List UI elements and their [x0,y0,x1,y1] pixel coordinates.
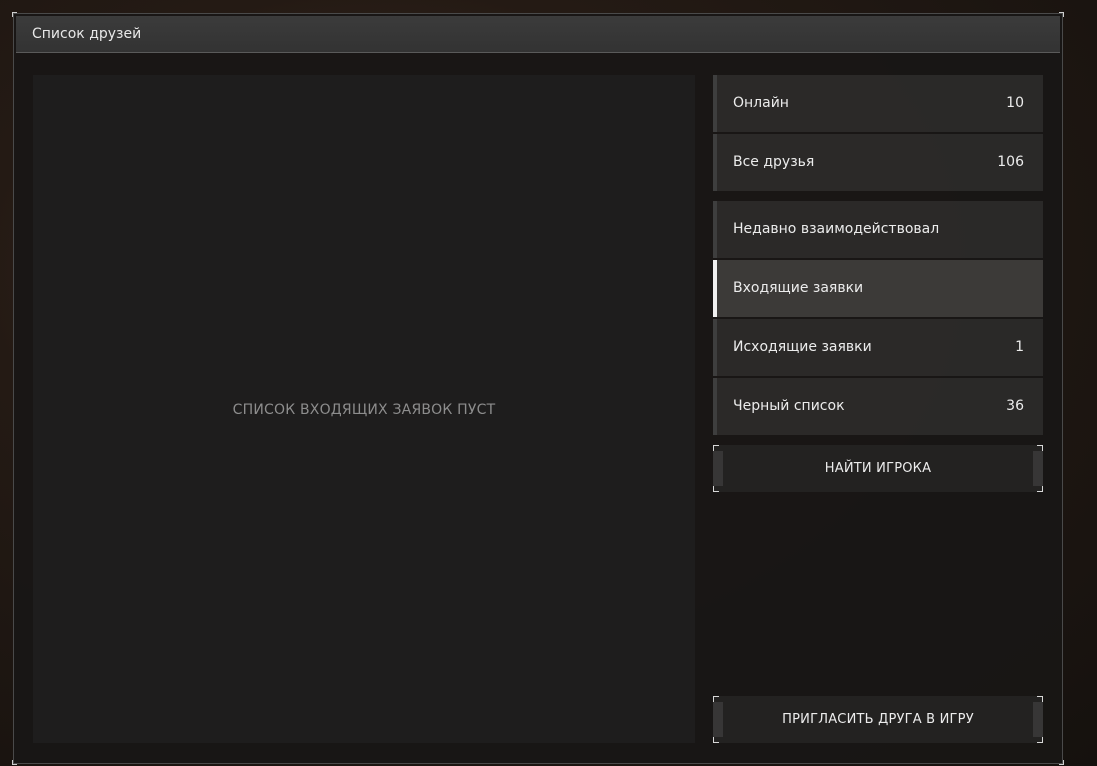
empty-list-message: СПИСОК ВХОДЯЩИХ ЗАЯВОК ПУСТ [232,402,496,418]
button-corner-top-right [1037,445,1043,451]
button-corner-bottom-left [713,737,719,743]
sidebar-item-online[interactable]: Онлайн 10 [713,75,1043,132]
window-titlebar: Список друзей [16,16,1060,53]
sidebar-item-outgoing-requests[interactable]: Исходящие заявки 1 [713,319,1043,376]
sidebar-item-blacklist[interactable]: Черный список 36 [713,378,1043,435]
button-corner-bottom-right [1037,737,1043,743]
button-edge-right [1033,702,1043,737]
button-corner-bottom-right [1037,486,1043,492]
button-corner-top-right [1037,696,1043,702]
sidebar-item-count: 1 [1015,339,1024,355]
requests-list-pane: СПИСОК ВХОДЯЩИХ ЗАЯВОК ПУСТ [33,75,695,743]
button-corner-bottom-left [713,486,719,492]
sidebar-item-count: 106 [997,154,1024,170]
sidebar-item-label: Недавно взаимодействовал [733,221,940,237]
friends-sidebar: Онлайн 10 Все друзья 106 Недавно взаимод… [713,75,1043,743]
sidebar-item-count: 10 [1006,95,1024,111]
window-title: Список друзей [32,26,142,42]
find-player-label: НАЙТИ ИГРОКА [824,461,932,476]
window-corner-bottom-left [12,760,17,765]
button-edge-left [713,702,723,737]
friends-list-window: Список друзей СПИСОК ВХОДЯЩИХ ЗАЯВОК ПУС… [12,12,1064,765]
sidebar-item-all-friends[interactable]: Все друзья 106 [713,134,1043,191]
sidebar-item-label: Все друзья [733,154,815,170]
sidebar-item-recent[interactable]: Недавно взаимодействовал [713,201,1043,258]
sidebar-item-count: 36 [1006,398,1024,414]
sidebar-item-label: Исходящие заявки [733,339,872,355]
button-corner-top-left [713,445,719,451]
button-edge-left [713,451,723,486]
invite-friend-label: ПРИГЛАСИТЬ ДРУГА В ИГРУ [782,712,974,727]
invite-friend-button[interactable]: ПРИГЛАСИТЬ ДРУГА В ИГРУ [713,696,1043,743]
window-corner-bottom-right [1059,760,1064,765]
button-edge-right [1033,451,1043,486]
sidebar-item-label: Черный список [733,398,845,414]
sidebar-item-incoming-requests[interactable]: Входящие заявки [713,260,1043,317]
button-corner-top-left [713,696,719,702]
find-player-button[interactable]: НАЙТИ ИГРОКА [713,445,1043,492]
sidebar-item-label: Онлайн [733,95,789,111]
sidebar-item-label: Входящие заявки [733,280,864,296]
